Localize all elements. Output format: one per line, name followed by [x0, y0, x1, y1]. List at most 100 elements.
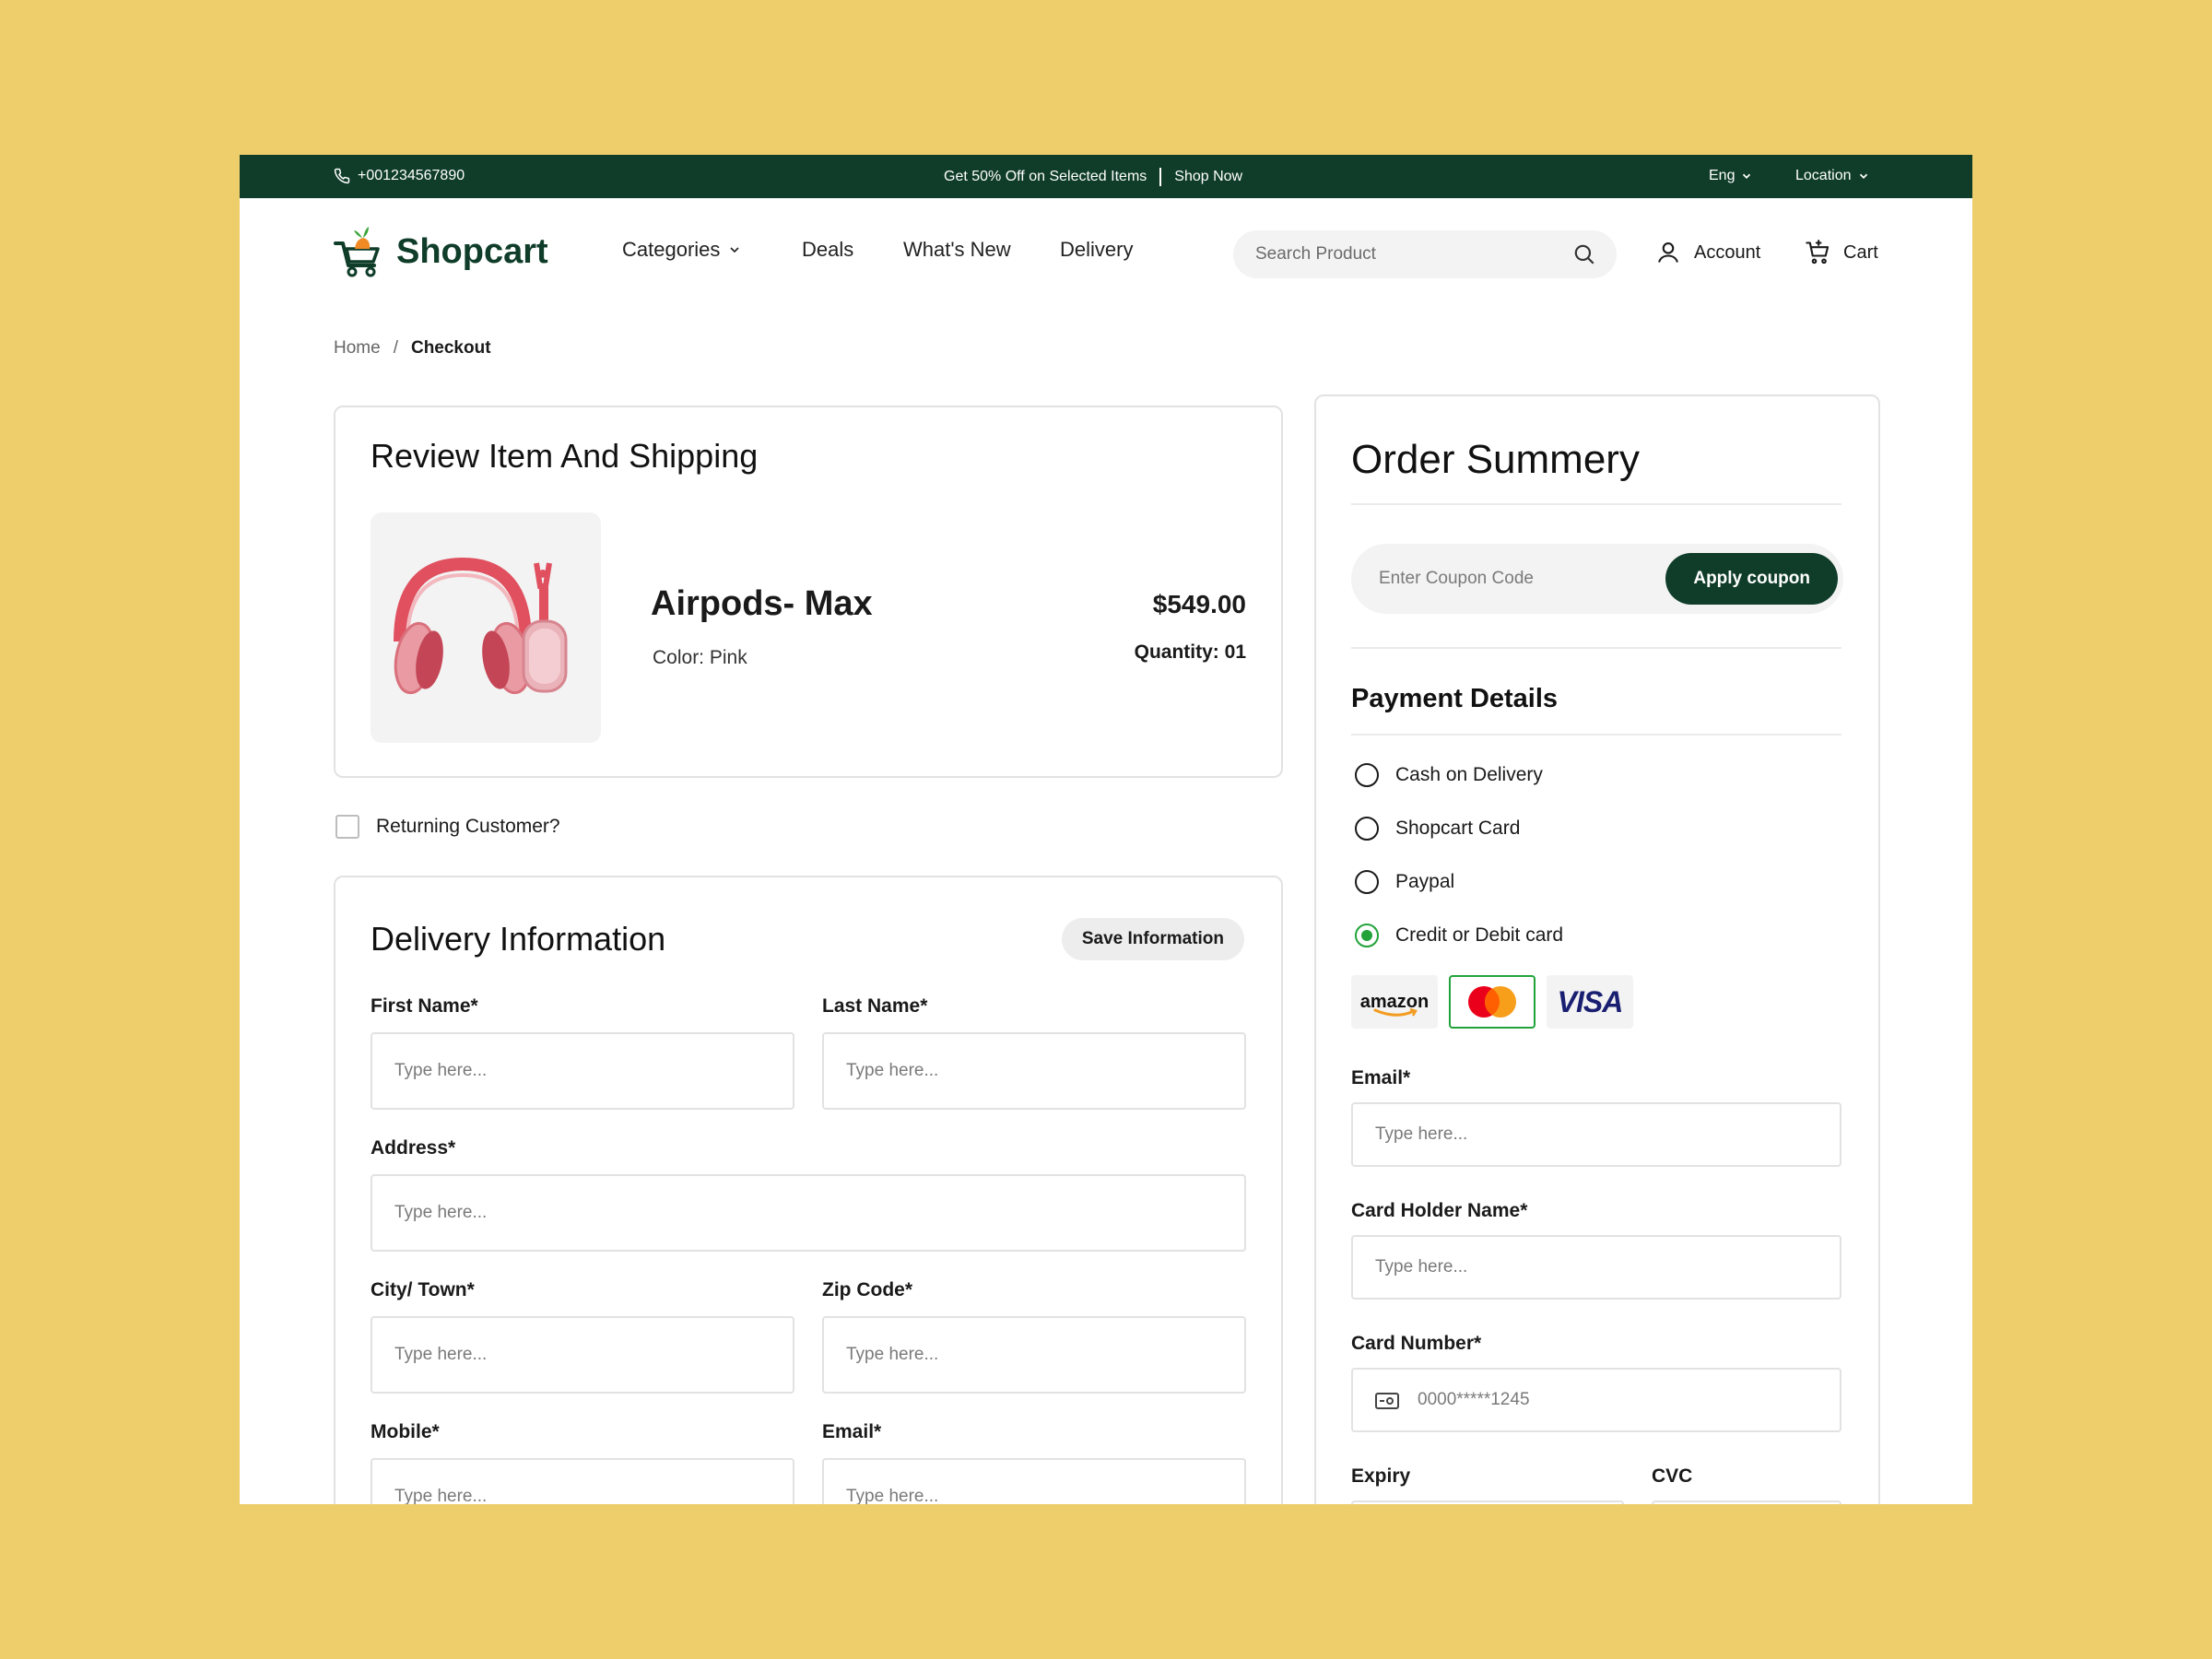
nav-delivery[interactable]: Delivery: [1060, 238, 1133, 262]
city-input[interactable]: [371, 1316, 794, 1394]
product-image: [371, 512, 601, 743]
card-number-field: [1351, 1368, 1841, 1432]
shop-now-link[interactable]: Shop Now: [1174, 169, 1242, 185]
nav-categories-label: Categories: [622, 238, 721, 261]
payment-option-shopcart-card[interactable]: Shopcart Card: [1355, 817, 1520, 841]
expiry-input[interactable]: [1351, 1500, 1624, 1504]
first-name-input[interactable]: [371, 1032, 794, 1110]
breadcrumb-home[interactable]: Home: [334, 338, 381, 359]
card-holder-input[interactable]: [1351, 1235, 1841, 1300]
cvc-label: CVC: [1652, 1465, 1693, 1487]
breadcrumb: Home / Checkout: [334, 338, 491, 359]
search-icon[interactable]: [1572, 242, 1596, 266]
radio-button-selected[interactable]: [1355, 924, 1379, 947]
apply-coupon-button[interactable]: Apply coupon: [1665, 553, 1838, 605]
headphones-image: [394, 557, 568, 695]
expiry-label: Expiry: [1351, 1465, 1411, 1487]
promo-text: Get 50% Off on Selected Items: [944, 169, 1147, 184]
coupon-input[interactable]: [1379, 544, 1655, 614]
payment-email-label: Email*: [1351, 1067, 1411, 1088]
cart-label: Cart: [1843, 241, 1878, 263]
save-information-button[interactable]: Save Information: [1061, 918, 1244, 960]
visa-logo[interactable]: VISA: [1547, 975, 1633, 1029]
divider: [1351, 503, 1841, 505]
product-price: $549.00: [1152, 590, 1246, 618]
payment-option-label: Shopcart Card: [1395, 818, 1521, 839]
nav-deals[interactable]: Deals: [802, 238, 853, 262]
chevron-down-icon: [1743, 173, 1751, 179]
language-select[interactable]: Eng: [1709, 168, 1753, 184]
search-bar: [1233, 230, 1617, 278]
language-label: Eng: [1709, 168, 1735, 183]
cart-icon: [1806, 240, 1830, 265]
radio-button[interactable]: [1355, 870, 1379, 894]
logo-text: Shopcart: [396, 231, 548, 271]
phone-icon: [334, 168, 350, 184]
card-holder-label: Card Holder Name*: [1351, 1200, 1528, 1221]
last-name-label: Last Name*: [822, 995, 928, 1017]
delivery-email-label: Email*: [822, 1421, 882, 1442]
address-input[interactable]: [371, 1174, 1246, 1252]
payment-email-input[interactable]: [1351, 1102, 1841, 1167]
review-card: Review Item And Shipping Airpods- Max Co…: [334, 406, 1283, 778]
payment-option-cash[interactable]: Cash on Delivery: [1355, 763, 1543, 787]
account-link[interactable]: Account: [1655, 240, 1760, 265]
nav-whats-new[interactable]: What's New: [903, 238, 1011, 262]
location-label: Location: [1795, 168, 1852, 183]
delivery-card: Delivery Information Save Information Fi…: [334, 876, 1283, 1504]
chevron-down-icon: [1859, 173, 1867, 179]
returning-customer-row[interactable]: Returning Customer?: [335, 815, 560, 839]
product-quantity: Quantity: 01: [1134, 641, 1246, 663]
coupon-field: Apply coupon: [1351, 544, 1843, 614]
promo-divider: [1159, 168, 1162, 186]
breadcrumb-current: Checkout: [410, 338, 491, 358]
nav-categories[interactable]: Categories: [622, 238, 742, 262]
search-input[interactable]: [1255, 230, 1559, 278]
mastercard-icon: [1468, 986, 1516, 1018]
account-label: Account: [1694, 241, 1761, 263]
returning-customer-checkbox[interactable]: [335, 815, 359, 839]
payment-option-label: Paypal: [1395, 871, 1455, 892]
mobile-input[interactable]: [371, 1458, 794, 1504]
card-number-input[interactable]: [1351, 1368, 1841, 1432]
product-name: Airpods- Max: [651, 584, 873, 623]
order-summary-title: Order Summery: [1351, 437, 1640, 482]
radio-button[interactable]: [1355, 763, 1379, 787]
amazon-smile-icon: [1373, 1008, 1418, 1017]
phone-number: +001234567890: [358, 168, 465, 183]
nav-delivery-label: Delivery: [1060, 238, 1134, 261]
mobile-label: Mobile*: [371, 1421, 440, 1442]
nav-deals-label: Deals: [802, 238, 854, 261]
payment-option-paypal[interactable]: Paypal: [1355, 870, 1454, 894]
review-title: Review Item And Shipping: [371, 437, 759, 475]
amazon-pay-logo[interactable]: amazon: [1351, 975, 1438, 1029]
cart-link[interactable]: Cart: [1805, 240, 1878, 265]
top-bar: +001234567890 Get 50% Off on Selected It…: [240, 155, 1972, 198]
payment-option-label: Cash on Delivery: [1395, 764, 1543, 785]
returning-customer-label: Returning Customer?: [376, 816, 560, 837]
address-label: Address*: [371, 1137, 456, 1159]
payment-option-credit-card[interactable]: Credit or Debit card: [1355, 924, 1563, 947]
phone-contact[interactable]: +001234567890: [334, 168, 465, 184]
mastercard-logo[interactable]: [1449, 975, 1535, 1029]
card-number-label: Card Number*: [1351, 1333, 1482, 1354]
radio-button[interactable]: [1355, 817, 1379, 841]
last-name-input[interactable]: [822, 1032, 1246, 1110]
logo[interactable]: Shopcart: [332, 225, 548, 278]
zip-input[interactable]: [822, 1316, 1246, 1394]
divider: [1351, 734, 1841, 735]
cvc-input[interactable]: [1652, 1500, 1841, 1504]
page-frame: +001234567890 Get 50% Off on Selected It…: [240, 155, 1972, 1504]
promo-banner: Get 50% Off on Selected Items Shop Now: [944, 168, 1242, 186]
delivery-title: Delivery Information: [371, 920, 666, 958]
product-color: Color: Pink: [653, 647, 747, 668]
visa-logo-text: VISA: [1557, 984, 1624, 1018]
location-select[interactable]: Location: [1795, 168, 1870, 184]
chevron-down-icon: [730, 247, 739, 253]
city-label: City/ Town*: [371, 1279, 475, 1300]
delivery-email-input[interactable]: [822, 1458, 1246, 1504]
cart-logo-icon: [334, 227, 380, 277]
divider: [1351, 647, 1841, 649]
first-name-label: First Name*: [371, 995, 478, 1017]
user-icon: [1658, 242, 1678, 263]
